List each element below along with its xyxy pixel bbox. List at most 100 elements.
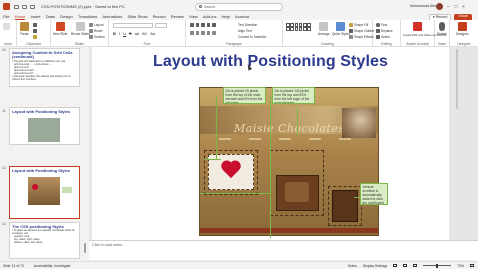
shape-outline-icon [349, 29, 353, 33]
notes-pane[interactable]: Click to add notes [89, 240, 478, 260]
autosave-icon[interactable] [14, 4, 19, 9]
arrange-button[interactable]: Arrange [318, 22, 329, 36]
slide-thumbnail-10[interactable]: Assigning Content to Grid Cells (continu… [9, 48, 80, 87]
avatar[interactable] [436, 3, 443, 10]
slide-scrollbar[interactable] [453, 47, 461, 240]
tab-home[interactable]: Home [14, 14, 26, 20]
designer-button[interactable]: Designer [456, 22, 469, 36]
designer-label: Designer [456, 32, 469, 36]
reset-button[interactable]: Reset [89, 29, 102, 33]
bold-button[interactable]: B [113, 31, 116, 36]
copy-button[interactable] [33, 29, 37, 33]
paste-button[interactable]: Paste [20, 22, 29, 36]
numbering-icon[interactable] [195, 23, 199, 27]
format-painter-button[interactable] [33, 35, 37, 39]
increase-indent-icon[interactable] [206, 23, 210, 27]
guide-line [216, 95, 217, 159]
align-center-icon[interactable] [195, 31, 199, 35]
tab-add-ins[interactable]: Add-ins [203, 14, 217, 19]
shape-effects-button[interactable]: Shape Effects [349, 35, 374, 39]
character-spacing-button[interactable]: AV [142, 31, 147, 36]
reuse-slides-button[interactable]: Reuse Slides [71, 22, 90, 36]
select-button[interactable]: Select [376, 35, 390, 39]
undo-button[interactable] [3, 23, 10, 31]
underline-button[interactable]: U [123, 31, 126, 36]
tab-help[interactable]: Help [222, 14, 230, 19]
slide-sorter-icon[interactable] [403, 264, 408, 267]
tab-insert[interactable]: Insert [31, 14, 41, 19]
strikethrough-button[interactable]: S [129, 31, 132, 36]
new-slide-button[interactable]: New Slide [53, 22, 67, 36]
font-name-select[interactable] [113, 23, 153, 28]
line-spacing-icon[interactable] [212, 23, 216, 27]
align-text-button[interactable]: Align Text [238, 29, 252, 33]
tab-acrobat[interactable]: Acrobat [235, 14, 249, 19]
tab-review[interactable]: Review [171, 14, 184, 19]
align-right-icon[interactable] [201, 31, 205, 35]
shape-outline-button[interactable]: Shape Outline [349, 29, 374, 33]
callout-box[interactable]: Vertical scrollbar is automatically adde… [360, 183, 388, 205]
shape-fill-button[interactable]: Shape Fill [349, 23, 368, 27]
minimize-button[interactable]: – [447, 4, 450, 9]
tab-view[interactable]: View [189, 14, 198, 19]
align-buttons [190, 31, 216, 35]
tab-record[interactable]: Record [153, 14, 166, 19]
convert-smartart-button[interactable]: Convert to SmartArt [238, 35, 266, 39]
save-icon[interactable] [22, 4, 27, 9]
create-pdf-share-button[interactable] [413, 22, 422, 32]
accessibility-status[interactable]: Accessibility: Investigate [34, 264, 71, 268]
thumbnail-image [28, 118, 60, 142]
justify-icon[interactable] [206, 31, 210, 35]
undo-icon[interactable] [30, 4, 35, 9]
callout-box[interactable]: Div is placed 140 pixels from the top an… [272, 87, 315, 104]
bullets-icon[interactable] [190, 23, 194, 27]
display-settings-button[interactable]: Display Settings [363, 264, 387, 268]
thumbnails-scrollbar[interactable] [84, 243, 86, 253]
current-slide[interactable]: Layout with Positioning Styles Maisie Ch… [92, 47, 449, 240]
tab-draw[interactable]: Draw [46, 14, 55, 19]
slide-thumbnail-13-selected[interactable]: Layout with Positioning Styles [9, 166, 80, 219]
italic-button[interactable]: I [119, 31, 120, 36]
text-direction-button[interactable]: Text Direction [238, 23, 257, 27]
maximize-button[interactable]: □ [455, 4, 458, 9]
align-text-label: Align Text [238, 29, 252, 33]
ribbon-tabs: File Home Insert Draw Design Transitions… [0, 13, 478, 21]
scroll-thumb[interactable] [456, 49, 458, 109]
section-button[interactable]: Section [89, 35, 105, 39]
font-size-select[interactable] [155, 23, 167, 28]
close-button[interactable]: × [462, 4, 465, 9]
tab-design[interactable]: Design [60, 14, 72, 19]
notes-button[interactable]: Notes [348, 264, 357, 268]
tab-transitions[interactable]: Transitions [78, 14, 97, 19]
zoom-slider[interactable] [423, 263, 452, 268]
quick-styles-button[interactable]: Quick Styles [332, 22, 350, 36]
subscript-button[interactable]: ab [135, 31, 139, 36]
change-case-button[interactable]: Aa [150, 31, 155, 36]
slide-thumbnail-14[interactable]: The CSS positioning Styles • To place an… [9, 222, 80, 259]
slide-thumbnail-11[interactable]: Layout with Positioning Styles [9, 107, 80, 145]
quick-styles-label: Quick Styles [332, 32, 350, 36]
cut-button[interactable] [33, 23, 37, 27]
find-button[interactable]: Find [376, 23, 387, 27]
normal-view-icon[interactable] [393, 264, 398, 267]
search-box[interactable]: Search [195, 2, 283, 11]
tab-file[interactable]: File [3, 14, 9, 19]
thumbnail-title: Assigning Content to Grid Cells (continu… [12, 49, 73, 60]
tab-slide-show[interactable]: Slide Show [127, 14, 147, 19]
align-left-icon[interactable] [190, 31, 194, 35]
webpage-screenshot[interactable]: Maisie Chocolates [199, 87, 379, 236]
reading-view-icon[interactable] [413, 264, 418, 267]
dictate-button[interactable]: Dictate [437, 22, 447, 36]
candy-image [332, 190, 358, 222]
tab-animations[interactable]: Animations [102, 14, 122, 19]
zoom-level[interactable]: 73% [457, 264, 464, 268]
fit-slide-icon[interactable] [470, 264, 474, 267]
shapes-gallery[interactable] [286, 23, 311, 31]
layout-button[interactable]: Layout [89, 23, 104, 27]
notes-placeholder: Click to add notes [92, 243, 123, 247]
slide-title[interactable]: Layout with Positioning Styles [92, 53, 449, 71]
callout-box[interactable]: Div is placed 20 pixels from the top of … [223, 87, 266, 104]
columns-icon[interactable] [212, 31, 216, 35]
replace-button[interactable]: Replace [376, 29, 393, 33]
decrease-indent-icon[interactable] [201, 23, 205, 27]
